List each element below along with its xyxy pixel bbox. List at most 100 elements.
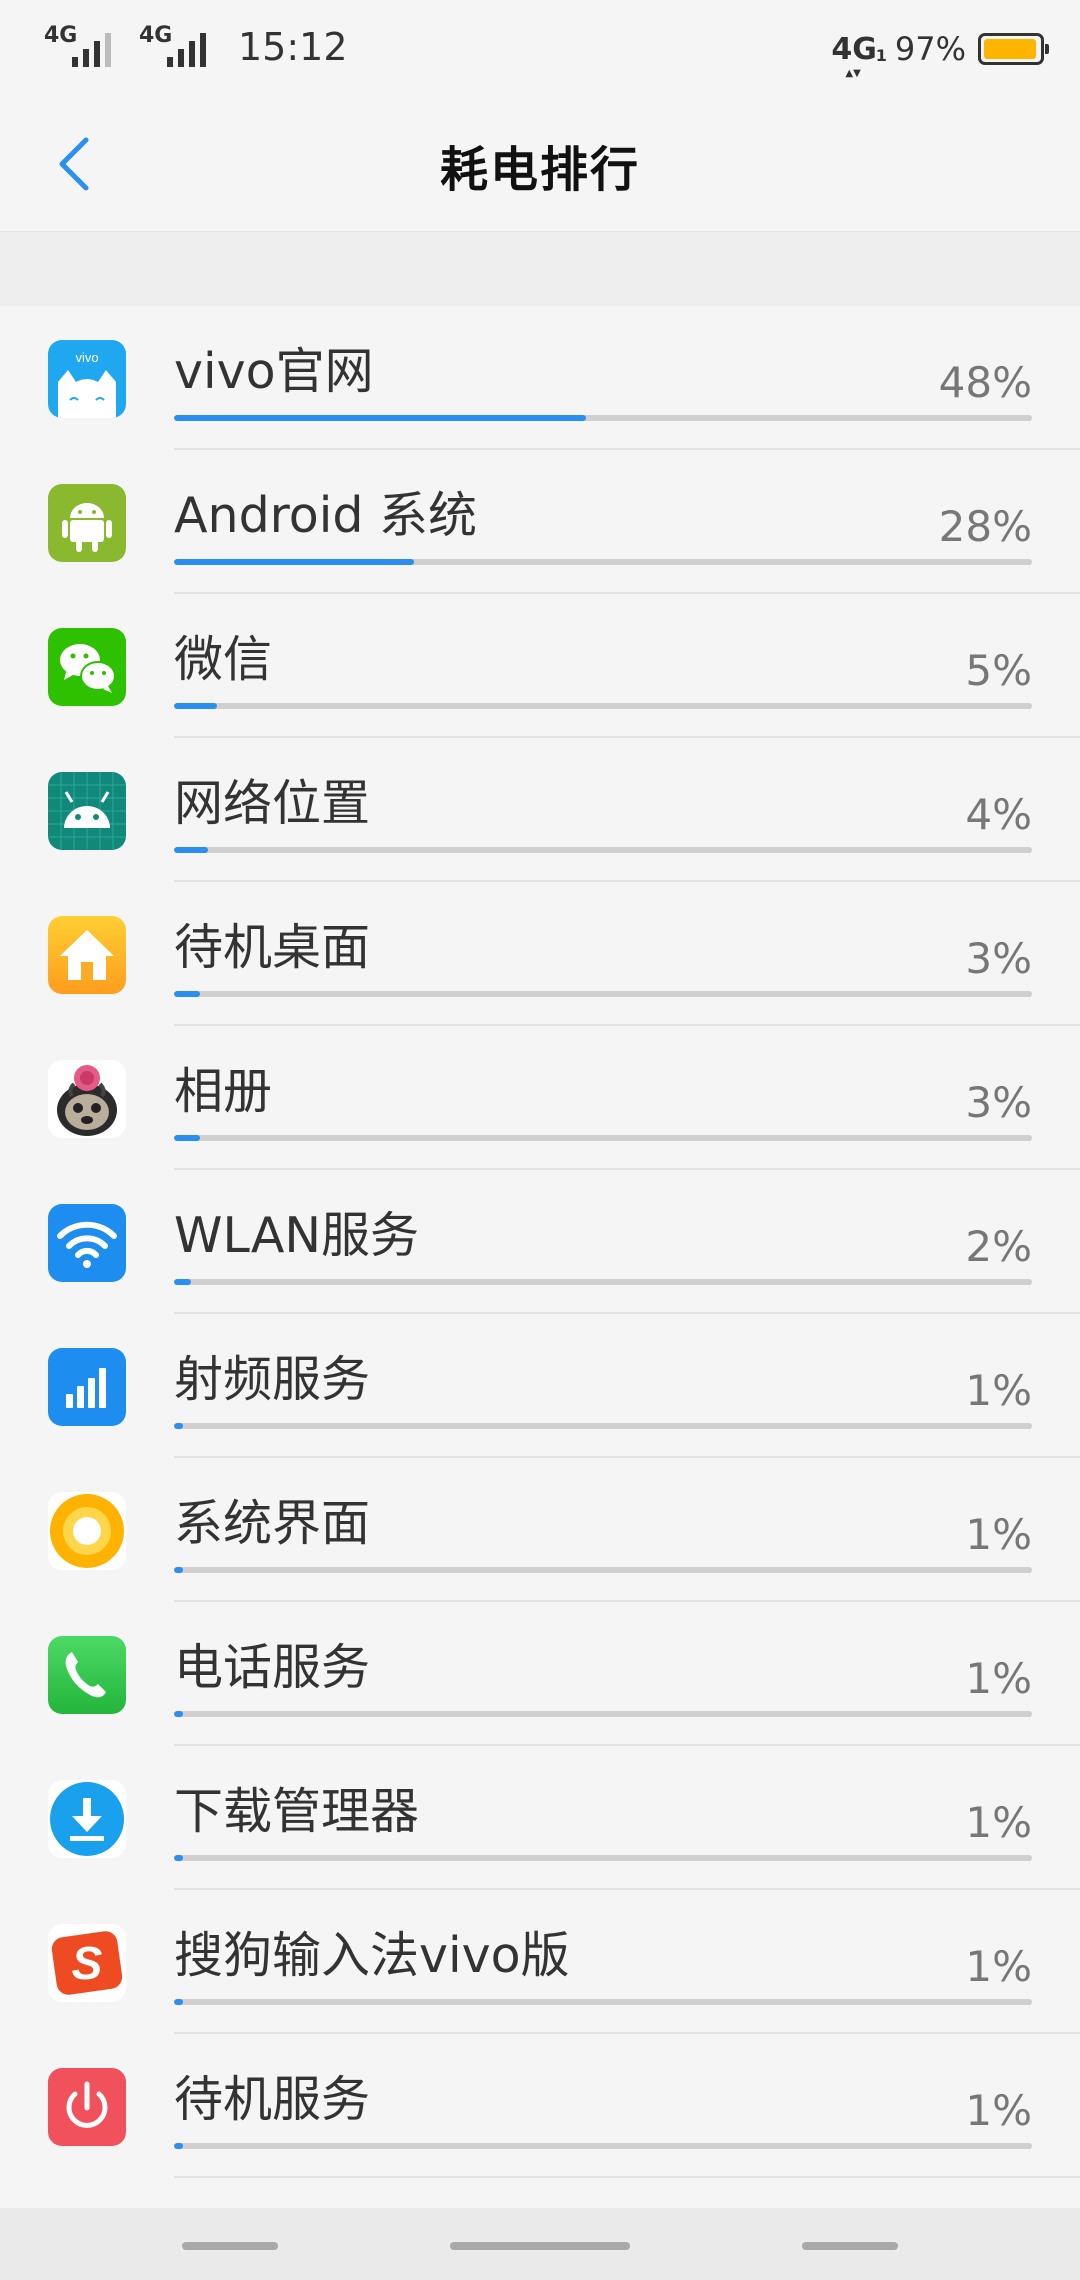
phone-icon bbox=[48, 1636, 126, 1714]
app-name: Android 系统 bbox=[174, 487, 478, 544]
header: 耗电排行 bbox=[0, 96, 1080, 232]
usage-progress-bar bbox=[174, 1423, 1032, 1429]
app-usage-row[interactable]: Android 系统 28% bbox=[0, 450, 1080, 594]
usage-percent: 1% bbox=[965, 2086, 1032, 2135]
usage-progress-fill bbox=[174, 1567, 183, 1573]
usage-progress-bar bbox=[174, 415, 1032, 421]
wifi-icon bbox=[48, 1204, 126, 1282]
usage-progress-fill bbox=[174, 1855, 183, 1861]
sim2-signal-icon: 4G bbox=[139, 23, 206, 67]
usage-percent: 3% bbox=[965, 1078, 1032, 1127]
usage-progress-bar bbox=[174, 991, 1032, 997]
status-bar: 4G 4G 15:12 4G 1 ▲▼ 97% bbox=[0, 0, 1080, 96]
svg-text:vivo: vivo bbox=[75, 350, 98, 365]
download-icon bbox=[48, 1780, 126, 1858]
usage-progress-bar bbox=[174, 703, 1032, 709]
app-name: 微信 bbox=[174, 631, 273, 688]
home-button[interactable] bbox=[450, 2242, 630, 2250]
usage-progress-bar bbox=[174, 559, 1032, 565]
usage-percent: 1% bbox=[965, 1798, 1032, 1847]
app-usage-row[interactable]: 待机桌面 3% bbox=[0, 882, 1080, 1026]
power-icon bbox=[48, 2068, 126, 2146]
usage-progress-bar bbox=[174, 1567, 1032, 1573]
usage-progress-bar bbox=[174, 1279, 1032, 1285]
app-usage-row[interactable]: 射频服务 1% bbox=[0, 1314, 1080, 1458]
clock: 15:12 bbox=[238, 25, 348, 69]
sogou-icon: S bbox=[48, 1924, 126, 2002]
usage-progress-fill bbox=[174, 1711, 183, 1717]
wechat-icon bbox=[48, 628, 126, 706]
navigation-bar bbox=[0, 2208, 1080, 2280]
usage-progress-bar bbox=[174, 1711, 1032, 1717]
usage-progress-fill bbox=[174, 559, 415, 565]
page-title: 耗电排行 bbox=[439, 142, 640, 198]
section-spacer bbox=[0, 232, 1080, 306]
usage-progress-fill bbox=[174, 847, 209, 853]
app-usage-row[interactable]: 待机服务 1% bbox=[0, 2034, 1080, 2178]
usage-progress-bar bbox=[174, 847, 1032, 853]
battery-usage-list: vivo vivo官网 48% Android 系统 28% 微信 5% 网络位… bbox=[0, 306, 1080, 2178]
back-nav-button[interactable] bbox=[802, 2242, 898, 2250]
signal-bars-icon bbox=[48, 1348, 126, 1426]
app-name: 系统界面 bbox=[174, 1495, 371, 1552]
app-name: 网络位置 bbox=[174, 775, 371, 832]
app-usage-row[interactable]: vivo vivo官网 48% bbox=[0, 306, 1080, 450]
app-name: 待机桌面 bbox=[174, 919, 371, 976]
data-network-label: 4G bbox=[831, 31, 877, 67]
android-head-grid-icon bbox=[48, 772, 126, 850]
usage-progress-fill bbox=[174, 703, 217, 709]
home-icon bbox=[48, 916, 126, 994]
sim2-network-type: 4G bbox=[139, 23, 173, 48]
photo-avatar-icon bbox=[48, 1060, 126, 1138]
battery-percent: 97% bbox=[894, 30, 966, 68]
data-sim-index: 1 bbox=[875, 45, 887, 65]
data-network-icon: 4G 1 ▲▼ bbox=[831, 31, 887, 79]
battery-icon bbox=[978, 33, 1049, 65]
vivo-mascot-icon: vivo bbox=[48, 340, 126, 418]
ring-icon bbox=[48, 1492, 126, 1570]
usage-percent: 28% bbox=[938, 502, 1032, 551]
usage-percent: 1% bbox=[965, 1510, 1032, 1559]
app-usage-row[interactable]: 电话服务 1% bbox=[0, 1602, 1080, 1746]
app-name: WLAN服务 bbox=[174, 1207, 420, 1264]
sim1-network-type: 4G bbox=[44, 23, 78, 48]
usage-progress-fill bbox=[174, 415, 586, 421]
usage-percent: 1% bbox=[965, 1654, 1032, 1703]
usage-progress-fill bbox=[174, 1999, 183, 2005]
app-usage-row[interactable]: 系统界面 1% bbox=[0, 1458, 1080, 1602]
app-usage-row[interactable]: WLAN服务 2% bbox=[0, 1170, 1080, 1314]
app-name: 射频服务 bbox=[174, 1351, 371, 1408]
usage-progress-fill bbox=[174, 1279, 192, 1285]
usage-percent: 4% bbox=[965, 790, 1032, 839]
usage-percent: 2% bbox=[965, 1222, 1032, 1271]
android-robot-icon bbox=[48, 484, 126, 562]
usage-percent: 3% bbox=[965, 934, 1032, 983]
svg-text:S: S bbox=[72, 1937, 103, 1989]
app-usage-row[interactable]: 网络位置 4% bbox=[0, 738, 1080, 882]
usage-progress-fill bbox=[174, 1423, 183, 1429]
usage-progress-bar bbox=[174, 2143, 1032, 2149]
usage-progress-fill bbox=[174, 1135, 200, 1141]
app-usage-row[interactable]: 相册 3% bbox=[0, 1026, 1080, 1170]
usage-percent: 48% bbox=[938, 358, 1032, 407]
app-name: vivo官网 bbox=[174, 343, 374, 400]
usage-progress-bar bbox=[174, 1135, 1032, 1141]
usage-progress-fill bbox=[174, 2143, 183, 2149]
usage-progress-bar bbox=[174, 1999, 1032, 2005]
app-name: 下载管理器 bbox=[174, 1783, 420, 1840]
app-usage-row[interactable]: S 搜狗输入法vivo版 1% bbox=[0, 1890, 1080, 2034]
app-name: 搜狗输入法vivo版 bbox=[174, 1927, 570, 1984]
app-usage-row[interactable]: 下载管理器 1% bbox=[0, 1746, 1080, 1890]
app-name: 相册 bbox=[174, 1063, 273, 1120]
row-divider bbox=[174, 2176, 1080, 2178]
usage-progress-bar bbox=[174, 1855, 1032, 1861]
app-name: 电话服务 bbox=[174, 1639, 371, 1696]
usage-percent: 1% bbox=[965, 1366, 1032, 1415]
usage-progress-fill bbox=[174, 991, 200, 997]
recents-button[interactable] bbox=[182, 2242, 278, 2250]
sim1-signal-icon: 4G bbox=[44, 23, 111, 67]
app-name: 待机服务 bbox=[174, 2071, 371, 2128]
app-usage-row[interactable]: 微信 5% bbox=[0, 594, 1080, 738]
usage-percent: 5% bbox=[965, 646, 1032, 695]
usage-percent: 1% bbox=[965, 1942, 1032, 1991]
